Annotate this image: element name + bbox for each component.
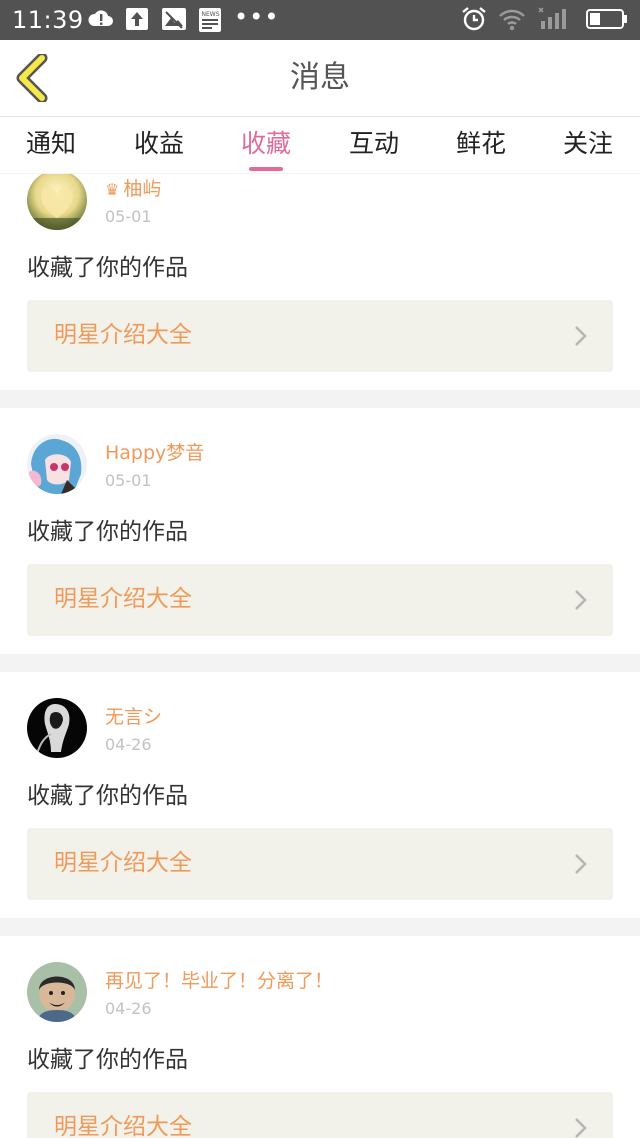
notification-list[interactable]: ♛ 柚屿 05-01 收藏了你的作品 明星介绍大全 Happy梦音 05-01 收… xyxy=(0,174,640,1138)
crown-icon: ♛ xyxy=(105,180,120,199)
user-name[interactable]: 再见了！毕业了！分离了！ xyxy=(105,968,333,994)
avatar[interactable] xyxy=(27,962,87,1022)
work-link[interactable]: 明星介绍大全 xyxy=(27,564,613,636)
chevron-right-icon xyxy=(575,854,587,874)
user-name[interactable]: 无言シ xyxy=(105,704,162,730)
battery-icon xyxy=(586,9,628,33)
list-item[interactable]: Happy梦音 05-01 收藏了你的作品 明星介绍大全 xyxy=(0,408,640,654)
user-name[interactable]: Happy梦音 xyxy=(105,440,204,466)
news-icon-label: NEWS xyxy=(202,11,220,18)
upload-icon xyxy=(126,8,148,34)
active-tab-indicator xyxy=(249,167,283,171)
wifi-icon xyxy=(498,7,526,35)
image-icon xyxy=(162,8,186,34)
status-time: 11:39 xyxy=(12,6,84,34)
news-icon: NEWS xyxy=(199,8,221,36)
action-text: 收藏了你的作品 xyxy=(27,519,188,545)
user-name-text: 柚屿 xyxy=(123,178,162,200)
signal-icon xyxy=(538,6,572,34)
tab-favorites[interactable]: 收藏 xyxy=(241,127,291,161)
work-title: 明星介绍大全 xyxy=(54,586,192,612)
page-title: 消息 xyxy=(290,60,350,95)
avatar[interactable] xyxy=(27,698,87,758)
work-title: 明星介绍大全 xyxy=(54,850,192,876)
status-bar: 11:39 NEWS ••• xyxy=(0,0,640,40)
tab-following[interactable]: 关注 xyxy=(563,127,613,161)
more-notifications-dots: ••• xyxy=(234,3,280,31)
action-text: 收藏了你的作品 xyxy=(27,1047,188,1073)
tab-flowers[interactable]: 鲜花 xyxy=(456,127,506,161)
cloud-alert-icon xyxy=(88,8,114,34)
list-item[interactable]: ♛ 柚屿 05-01 收藏了你的作品 明星介绍大全 xyxy=(0,174,640,390)
timestamp: 04-26 xyxy=(105,999,152,1018)
work-title: 明星介绍大全 xyxy=(54,1114,192,1138)
top-nav-bar: 消息 xyxy=(0,40,640,117)
timestamp: 05-01 xyxy=(105,471,152,490)
list-item[interactable]: 再见了！毕业了！分离了！ 04-26 收藏了你的作品 明星介绍大全 xyxy=(0,936,640,1138)
timestamp: 04-26 xyxy=(105,735,152,754)
avatar[interactable] xyxy=(27,174,87,230)
tab-notifications[interactable]: 通知 xyxy=(26,127,76,161)
alarm-icon xyxy=(461,6,487,36)
chevron-right-icon xyxy=(575,326,587,346)
work-link[interactable]: 明星介绍大全 xyxy=(27,828,613,900)
tab-bar: 通知 收益 收藏 互动 鲜花 关注 xyxy=(0,117,640,173)
chevron-right-icon xyxy=(575,1118,587,1138)
user-name[interactable]: ♛ 柚屿 xyxy=(105,176,161,203)
avatar[interactable] xyxy=(27,434,87,494)
chevron-right-icon xyxy=(575,590,587,610)
work-title: 明星介绍大全 xyxy=(54,322,192,348)
list-item[interactable]: 无言シ 04-26 收藏了你的作品 明星介绍大全 xyxy=(0,672,640,918)
work-link[interactable]: 明星介绍大全 xyxy=(27,300,613,372)
timestamp: 05-01 xyxy=(105,207,152,226)
work-link[interactable]: 明星介绍大全 xyxy=(27,1092,613,1138)
action-text: 收藏了你的作品 xyxy=(27,783,188,809)
tab-earnings[interactable]: 收益 xyxy=(134,127,184,161)
tab-interactions[interactable]: 互动 xyxy=(349,127,399,161)
action-text: 收藏了你的作品 xyxy=(27,255,188,281)
